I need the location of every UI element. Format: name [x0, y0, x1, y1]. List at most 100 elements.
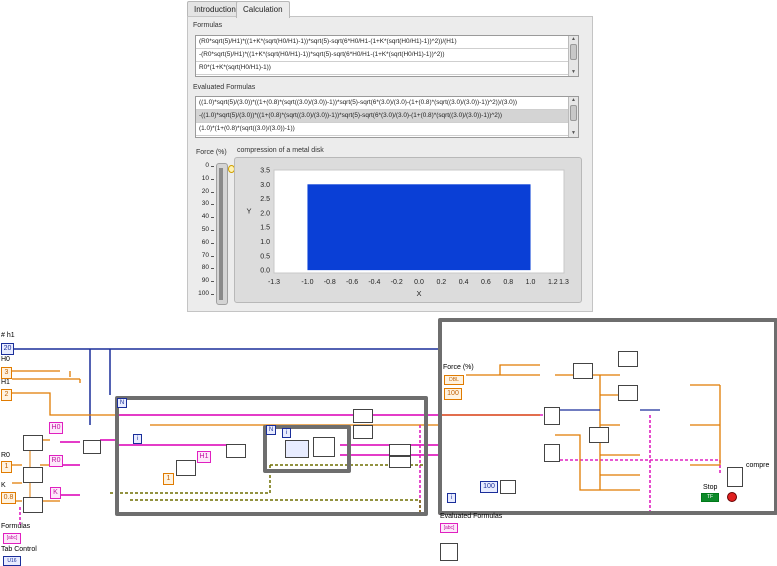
- force-tick-label: 60: [201, 238, 209, 246]
- K-control[interactable]: 0.8: [1, 492, 16, 504]
- force-tick-label: 80: [201, 264, 209, 272]
- formula-row[interactable]: (R0*sqrt(5)/H1)*((1+K*(sqrt(H0/H1)-1))*s…: [196, 36, 578, 49]
- evaluated-row[interactable]: ((1.0)*sqrt(5)/(3.0))*((1+(0.8)*(sqrt((3…: [196, 97, 578, 110]
- const-100-a: 100: [444, 388, 462, 400]
- const-one: 1: [163, 473, 174, 485]
- K-tag: K: [50, 487, 61, 499]
- stop-button-terminal[interactable]: TF: [701, 493, 719, 502]
- chart-canvas: -1.3 -1.0 -0.8 -0.6 -0.4 -0.2 0.0 0.2 0.4 0.6 0.8 1…: [246, 168, 569, 299]
- force-tick-mark: [211, 281, 214, 283]
- y-tick-label: 3.5: [260, 168, 270, 175]
- force-tick-mark: [211, 178, 214, 180]
- formula-node[interactable]: [589, 427, 609, 443]
- tab-introduction[interactable]: Introduction: [187, 1, 243, 17]
- force-tick-label: 70: [201, 251, 209, 259]
- H1-control[interactable]: 2: [1, 389, 12, 401]
- y-tick-label: 2.5: [260, 196, 270, 203]
- y-tick-label: 2.0: [260, 210, 270, 217]
- formulas-terminal-label: Formulas: [1, 523, 31, 530]
- force-tick-label: 100: [198, 290, 209, 297]
- x-tick-label: 0.2: [436, 279, 446, 286]
- string-function-node[interactable]: [23, 467, 43, 483]
- x-tick-label: 0.6: [481, 279, 491, 286]
- wait-node[interactable]: [500, 480, 516, 494]
- x-tick-label: -0.4: [368, 279, 380, 286]
- formula-row[interactable]: R0*(1+K*(sqrt(H0/H1)-1)): [196, 62, 578, 75]
- bundle-node[interactable]: [389, 456, 411, 468]
- evaluated-formulas-listbox[interactable]: ((1.0)*sqrt(5)/(3.0))*((1+(0.8)*(sqrt((3…: [195, 96, 579, 138]
- force-tick-mark: [211, 166, 214, 167]
- force-slider-groove: [219, 168, 223, 300]
- index-array-node[interactable]: [544, 407, 560, 425]
- xy-graph[interactable]: compression of a metal disk -1.3 -1.0 -0.8…: [234, 147, 582, 303]
- formulas-terminal[interactable]: [abc]: [3, 533, 21, 544]
- stop-icon[interactable]: [727, 492, 737, 502]
- force-terminal-label: Force (%): [443, 364, 474, 371]
- formula-node[interactable]: [618, 385, 638, 401]
- scroll-thumb[interactable]: [570, 105, 577, 121]
- y-tick-label: 1.0: [260, 239, 270, 246]
- compression-label: compre: [746, 462, 770, 469]
- formula-row[interactable]: -(R0*sqrt(5)/H1)*((1+K*(sqrt(H0/H1)-1))*…: [196, 49, 578, 62]
- build-array-node[interactable]: [226, 444, 246, 458]
- tab-calculation[interactable]: Calculation: [236, 1, 290, 18]
- h1-control[interactable]: 20: [1, 343, 14, 355]
- formula-node[interactable]: [573, 363, 593, 379]
- force-terminal[interactable]: DBL: [444, 375, 464, 385]
- x-tick-label: 1.2: [548, 279, 558, 286]
- scroll-thumb[interactable]: [570, 44, 577, 60]
- string-function-node[interactable]: [176, 460, 196, 476]
- formulas-scrollbar[interactable]: ▲ ▼: [568, 36, 578, 76]
- x-tick-label: -0.2: [391, 279, 403, 286]
- string-function-node[interactable]: [23, 497, 43, 513]
- force-tick-mark: [211, 230, 214, 231]
- scroll-down-icon[interactable]: ▼: [569, 69, 578, 76]
- string-function-node[interactable]: [23, 435, 43, 451]
- H1-label: H1: [1, 379, 10, 386]
- formulas-listbox[interactable]: (R0*sqrt(5)/H1)*((1+K*(sqrt(H0/H1)-1))*s…: [195, 35, 579, 77]
- y-tick-label: 3.0: [260, 182, 270, 189]
- force-label: Force (%): [196, 149, 227, 156]
- force-tick-mark: [211, 268, 214, 270]
- force-tick-mark: [211, 242, 214, 244]
- x-tick-label: 1.3: [559, 279, 569, 286]
- y-tick-label: 0.0: [260, 268, 270, 275]
- graph-property-node[interactable]: [353, 425, 373, 439]
- evaluated-formulas-label-bd: Evaluated Formulas: [440, 513, 503, 520]
- x-axis-label: X: [416, 289, 421, 298]
- force-tick-label: 10: [201, 174, 209, 182]
- force-tick-mark: [211, 294, 214, 295]
- index-array-node[interactable]: [544, 444, 560, 462]
- error-handler-node[interactable]: [440, 543, 458, 561]
- scroll-up-icon[interactable]: ▲: [569, 97, 578, 104]
- x-tick-label: -1.0: [301, 279, 313, 286]
- force-tick-mark: [211, 255, 214, 257]
- evaluated-formulas-label: Evaluated Formulas: [193, 84, 256, 91]
- force-tick-label: 50: [201, 226, 209, 233]
- formula-node[interactable]: [618, 351, 638, 367]
- eval-formula-node[interactable]: [285, 440, 309, 458]
- evaluated-row[interactable]: (1.0)*(1+(0.8)*(sqrt((3.0)/(3.0))-1)): [196, 123, 578, 136]
- R0-tag: R0: [49, 455, 63, 467]
- scroll-up-icon[interactable]: ▲: [569, 36, 578, 43]
- build-array-node[interactable]: [727, 467, 743, 487]
- h1-label: # h1: [1, 332, 15, 339]
- build-array-node[interactable]: [83, 440, 101, 454]
- y-tick-label: 0.5: [260, 253, 270, 260]
- H0-control[interactable]: 3: [1, 367, 12, 379]
- force-tick-mark: [211, 217, 214, 219]
- R0-control[interactable]: 1: [1, 461, 12, 473]
- evaluated-row[interactable]: -((1.0)*sqrt(5)/(3.0))*((1+(0.8)*(sqrt((…: [196, 110, 578, 123]
- inner-loop-count-terminal: N: [266, 425, 276, 435]
- scroll-down-icon[interactable]: ▼: [569, 130, 578, 137]
- bundle-node[interactable]: [389, 444, 411, 456]
- loop-iteration-terminal: i: [133, 434, 142, 444]
- graph-property-node[interactable]: [353, 409, 373, 423]
- force-tick-label: 90: [201, 277, 209, 285]
- evaluated-formulas-terminal[interactable]: [abc]: [440, 523, 458, 533]
- array-node[interactable]: [313, 437, 335, 457]
- inner-loop-iteration-terminal: i: [282, 428, 291, 438]
- H0-tag: H0: [49, 422, 63, 434]
- evaluated-scrollbar[interactable]: ▲ ▼: [568, 97, 578, 137]
- force-tick-label: 30: [201, 200, 209, 208]
